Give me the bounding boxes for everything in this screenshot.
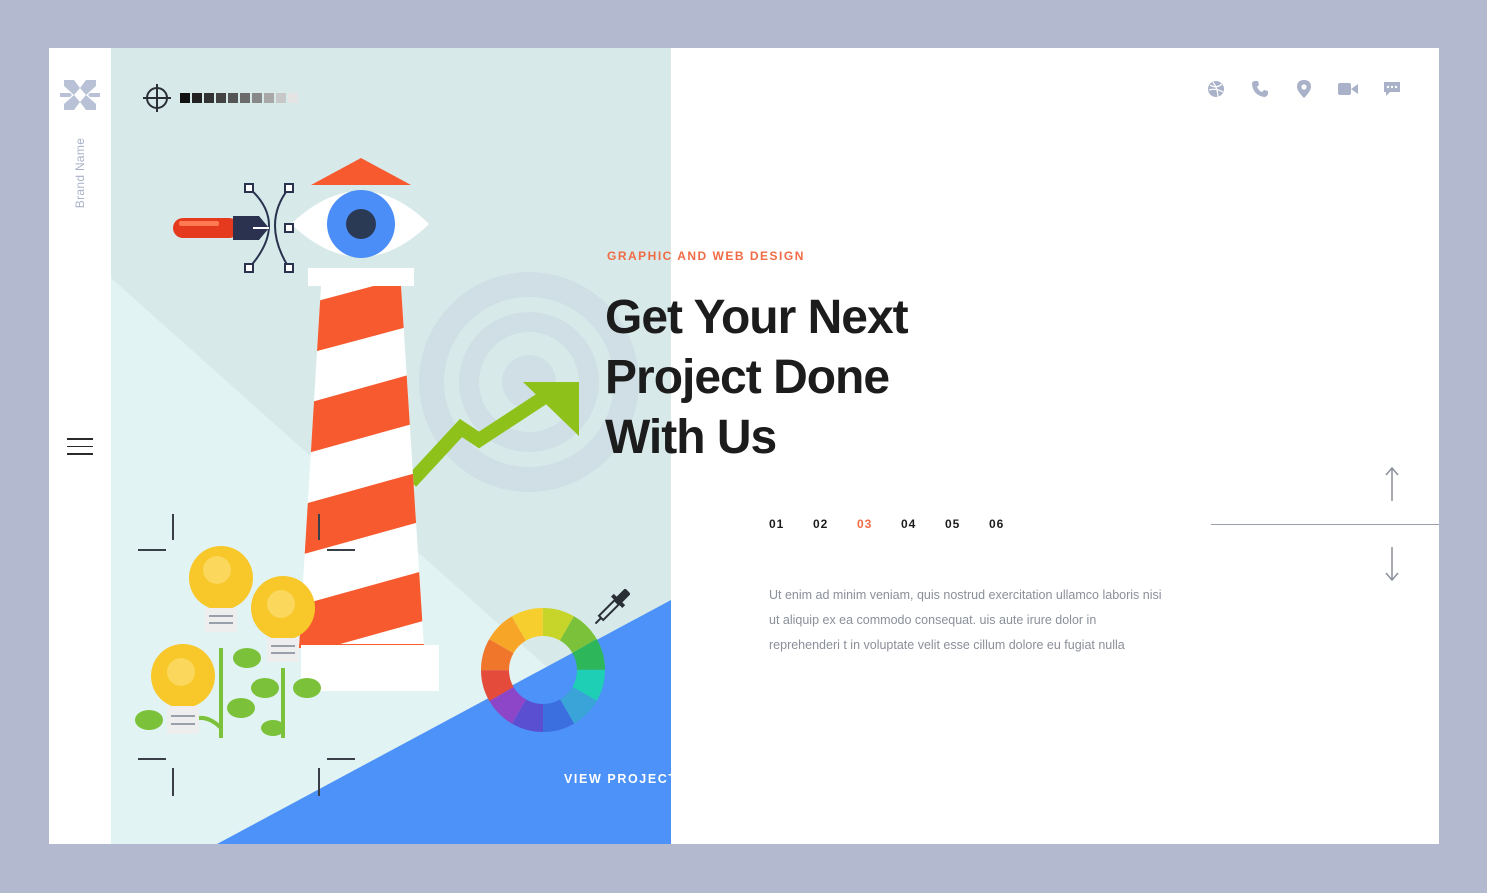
- pager-item-06[interactable]: 06: [989, 517, 1016, 531]
- arrow-down-icon[interactable]: [1385, 546, 1399, 582]
- hero-illustration: VIEW PROJECT: [111, 48, 671, 844]
- headline-line: Project Done: [605, 351, 890, 404]
- page-frame: Brand Name VIEW PROJECT GRAPHIC AND WEB …: [49, 48, 1439, 844]
- brand-name: Brand Name: [73, 137, 87, 209]
- pager-item-05[interactable]: 05: [945, 517, 972, 531]
- dribbble-icon[interactable]: [1205, 78, 1227, 100]
- hamburger-menu-icon[interactable]: [67, 438, 93, 456]
- slide-arrows: [1211, 466, 1439, 586]
- phone-icon[interactable]: [1249, 78, 1271, 100]
- location-pin-icon[interactable]: [1293, 78, 1315, 100]
- pager-item-04[interactable]: 04: [901, 517, 928, 531]
- hero-body-text: Ut enim ad minim veniam, quis nostrud ex…: [769, 588, 1162, 652]
- brand-rail: Brand Name: [49, 48, 111, 844]
- divider-line: [1211, 524, 1439, 525]
- view-project-button[interactable]: VIEW PROJECT: [564, 772, 671, 786]
- headline-line: With Us: [605, 411, 777, 464]
- pager-item-02[interactable]: 02: [813, 517, 840, 531]
- slide-pager: 01 02 03 04 05 06: [769, 517, 1016, 531]
- chat-bubble-icon[interactable]: [1381, 78, 1403, 100]
- top-icon-bar: [1205, 78, 1403, 100]
- video-camera-icon[interactable]: [1337, 78, 1359, 100]
- pager-item-01[interactable]: 01: [769, 517, 796, 531]
- x-cross-logo-icon[interactable]: [60, 78, 100, 112]
- arrow-up-icon[interactable]: [1385, 466, 1399, 502]
- hero-eyebrow: GRAPHIC AND WEB DESIGN: [607, 249, 805, 263]
- hero-headline: Get Your Next Project Done With Us: [605, 288, 1025, 468]
- pager-item-03-active[interactable]: 03: [857, 517, 884, 531]
- headline-line: Get Your Next: [605, 291, 909, 344]
